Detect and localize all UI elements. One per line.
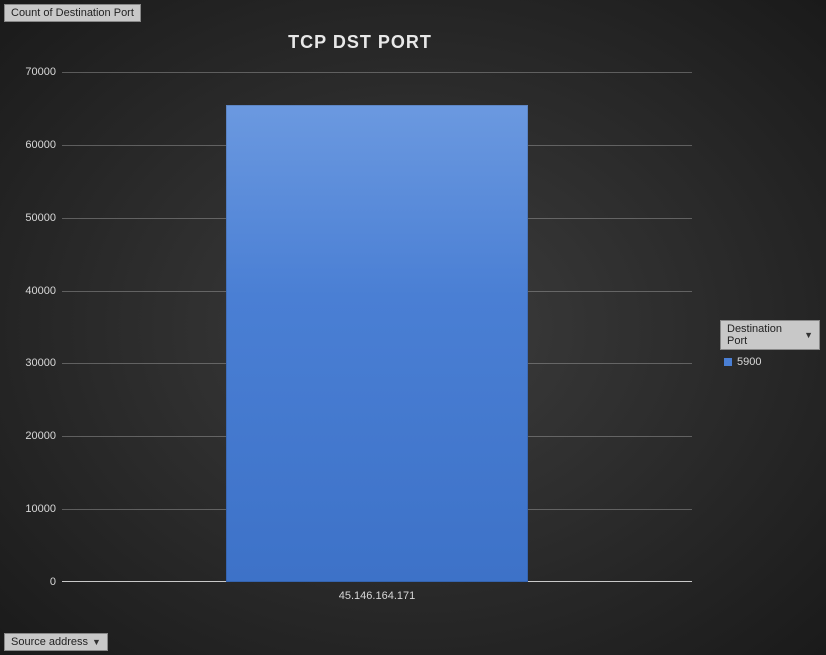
y-axis-label-badge: Count of Destination Port	[4, 4, 141, 22]
x-tick-label: 45.146.164.171	[339, 590, 415, 602]
x-axis-label-text: Source address	[11, 636, 88, 648]
chart-title: TCP DST PORT	[0, 32, 720, 53]
legend-header-label: Destination Port	[727, 323, 800, 347]
legend: Destination Port ▼ 5900	[720, 320, 820, 368]
legend-item[interactable]: 5900	[720, 356, 820, 368]
y-tick-label: 20000	[12, 430, 56, 442]
chevron-down-icon: ▼	[804, 330, 813, 340]
y-tick-label: 70000	[12, 66, 56, 78]
y-tick-label: 10000	[12, 503, 56, 515]
x-axis-label-dropdown[interactable]: Source address ▼	[4, 633, 108, 651]
legend-swatch	[724, 358, 732, 366]
bar	[226, 105, 528, 582]
grid-line	[62, 72, 692, 73]
plot-area: 01000020000300004000050000600007000045.1…	[62, 72, 692, 582]
y-tick-label: 30000	[12, 357, 56, 369]
legend-header-dropdown[interactable]: Destination Port ▼	[720, 320, 820, 350]
chevron-down-icon: ▼	[92, 637, 101, 647]
legend-item-label: 5900	[737, 356, 761, 368]
y-tick-label: 60000	[12, 139, 56, 151]
y-tick-label: 0	[12, 576, 56, 588]
y-tick-label: 50000	[12, 212, 56, 224]
y-tick-label: 40000	[12, 285, 56, 297]
